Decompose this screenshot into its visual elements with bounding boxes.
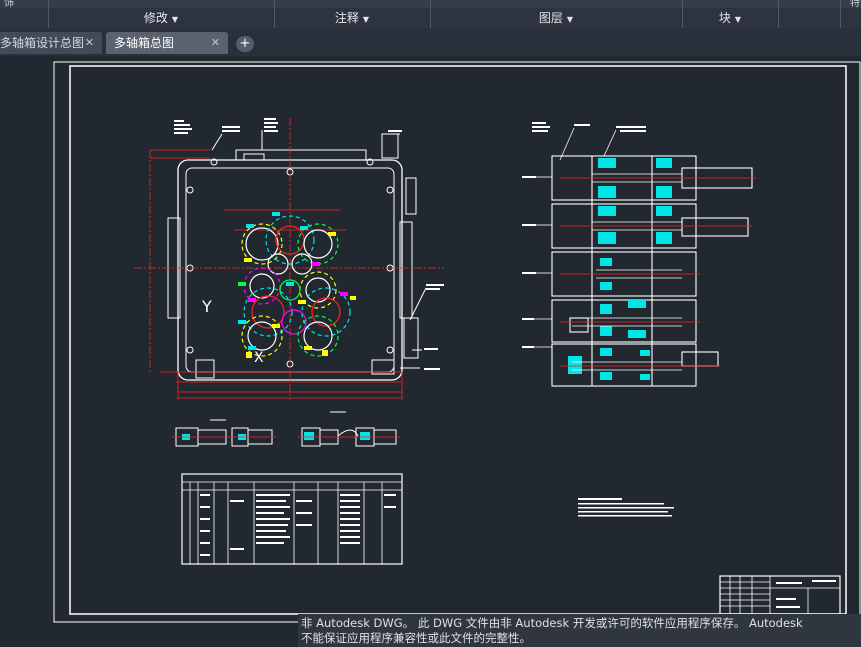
panel-separator xyxy=(840,0,841,28)
technical-notes xyxy=(578,498,674,517)
drawing-canvas[interactable]: Y X xyxy=(0,56,861,647)
panel-annotation[interactable]: 注释 ▼ xyxy=(274,9,430,27)
panel-annotation-label: 注释 xyxy=(334,11,359,25)
non-autodesk-dwg-warning: 非 Autodesk DWG。 此 DWG 文件由非 Autodesk 开发或许… xyxy=(298,614,861,647)
panel-block-label: 块 xyxy=(718,11,731,25)
ribbon: 饰 特 修改 ▼ 注释 ▼ 图层 ▼ 块 ▼ xyxy=(0,0,861,29)
tab-label: 多轴箱设计总图 xyxy=(0,36,85,50)
chevron-down-icon: ▼ xyxy=(171,15,179,24)
panel-layers[interactable]: 图层 ▼ xyxy=(430,9,682,27)
panel-layers-label: 图层 xyxy=(538,11,563,25)
tab-multi-spindle-box-assembly[interactable]: 多轴箱总图 ✕ xyxy=(106,32,228,54)
panel-modify[interactable]: 修改 ▼ xyxy=(48,9,274,27)
close-icon[interactable]: ✕ xyxy=(211,32,220,54)
side-view xyxy=(522,122,756,387)
title-block xyxy=(719,575,841,615)
outer-frame xyxy=(53,61,861,623)
chevron-down-icon: ▼ xyxy=(734,15,742,24)
chevron-down-icon: ▼ xyxy=(566,15,574,24)
ribbon-partial-right: 特 xyxy=(850,0,860,8)
y-axis-label: Y xyxy=(201,297,212,316)
panel-block[interactable]: 块 ▼ xyxy=(682,9,778,27)
ribbon-partial-left: 饰 xyxy=(4,0,14,8)
warning-line-1: 非 Autodesk DWG。 此 DWG 文件由非 Autodesk 开发或许… xyxy=(301,616,803,630)
front-view: Y X xyxy=(134,118,444,400)
panel-modify-label: 修改 xyxy=(143,11,168,25)
parts-list-table xyxy=(181,473,403,565)
tab-multi-spindle-box-design[interactable]: 多轴箱设计总图 ✕ xyxy=(0,32,102,54)
new-tab-button[interactable]: + xyxy=(236,36,254,52)
tab-label: 多轴箱总图 xyxy=(114,36,175,50)
shaft-sections xyxy=(172,411,400,447)
panel-separator xyxy=(778,0,779,28)
x-marker: X xyxy=(254,350,264,366)
close-icon[interactable]: ✕ xyxy=(85,32,94,54)
chevron-down-icon: ▼ xyxy=(362,15,370,24)
drawing-svg: Y X xyxy=(53,61,861,623)
warning-line-2: 不能保证应用程序兼容性或此文件的完整性。 xyxy=(301,631,531,645)
file-tab-bar: 多轴箱设计总图 ✕ 多轴箱总图 ✕ + xyxy=(0,28,861,56)
